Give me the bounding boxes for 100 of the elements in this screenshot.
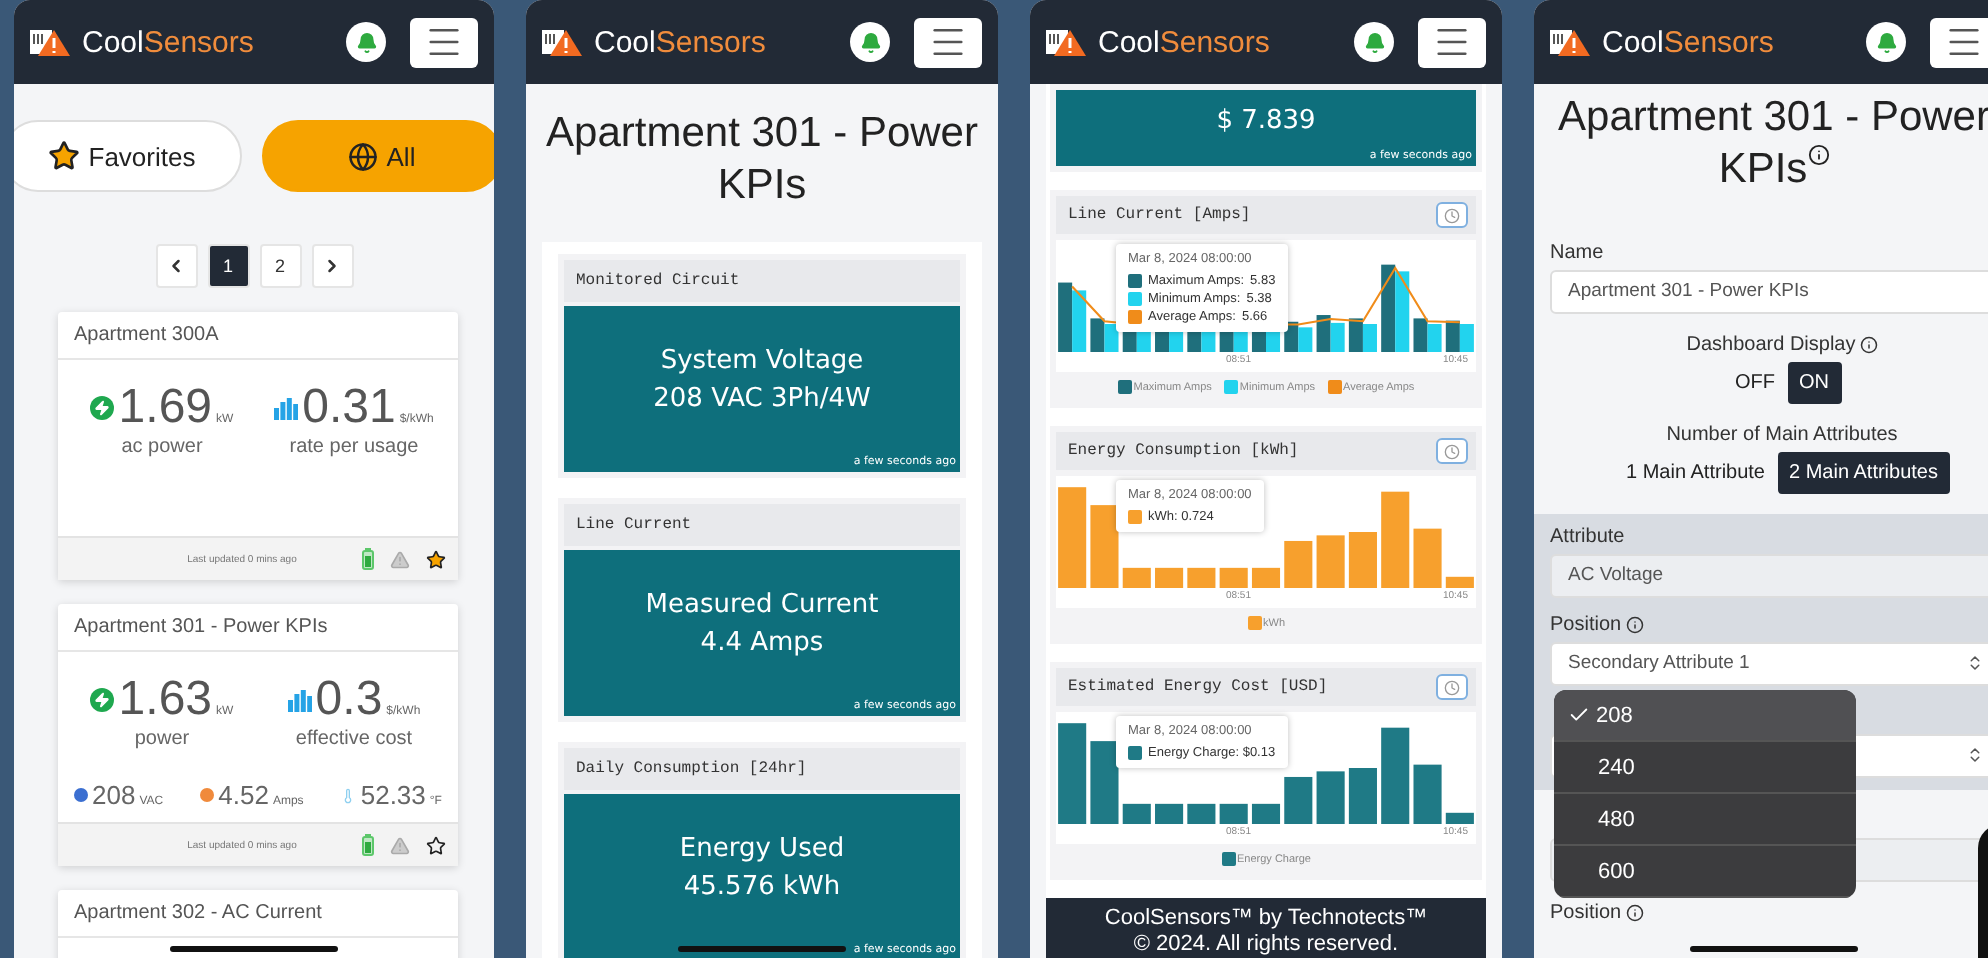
- bar-graph-icon: [274, 397, 299, 419]
- favorite-star-icon[interactable]: [426, 835, 446, 855]
- previous-page-button[interactable]: [155, 244, 197, 288]
- position-select[interactable]: Secondary Attribute 1: [1550, 641, 1988, 685]
- name-field[interactable]: Apartment 301 - Power KPIs: [1550, 269, 1988, 313]
- bolt-icon: [90, 396, 115, 420]
- chart-title: Estimated Energy Cost [USD]: [1068, 678, 1328, 696]
- field-label: Number of Main Attributes: [1666, 423, 1898, 445]
- up-down-chevron-icon: [1966, 654, 1984, 672]
- page-title: Apartment 301 - Power KPIs: [546, 108, 978, 213]
- field-label: Position: [1550, 613, 1988, 635]
- field-label: Attribute: [1550, 525, 1627, 547]
- menu-button[interactable]: [1930, 17, 1988, 67]
- toggle-option[interactable]: 2 Main Attributes: [1777, 451, 1950, 493]
- widget-label: Monitored Circuit: [564, 259, 960, 301]
- history-button[interactable]: [1436, 438, 1468, 464]
- logo-icon: [542, 27, 582, 57]
- metric-label: rate per usage: [289, 436, 419, 458]
- brand-name: CoolSensors: [1602, 25, 1776, 59]
- kpi-value: 208 VAC 3Ph/4W: [653, 384, 871, 414]
- history-button[interactable]: [1436, 202, 1468, 228]
- metric-value: 208: [92, 780, 136, 810]
- toggle-option[interactable]: OFF: [1723, 361, 1787, 403]
- clock-icon: [1444, 443, 1460, 459]
- metric-label: ac power: [121, 436, 203, 458]
- chevron-right-icon: [322, 256, 342, 276]
- globe-icon: [348, 141, 379, 171]
- brand-name: CoolSensors: [1098, 25, 1272, 59]
- legend-swatch[interactable]: [1327, 380, 1342, 394]
- attribute-field[interactable]: AC Voltage: [1550, 553, 1988, 597]
- favorite-star-icon[interactable]: [426, 549, 446, 569]
- dropdown-option[interactable]: 208: [1554, 690, 1856, 742]
- kpi-name: Measured Current: [645, 590, 879, 620]
- field-label: Name: [1550, 241, 1606, 263]
- footer-text: © 2024. All rights reserved.: [1133, 932, 1399, 956]
- page-button[interactable]: 1: [207, 244, 249, 288]
- star-icon: [48, 140, 81, 172]
- metric-value: 52.33: [360, 780, 426, 810]
- logo-icon: [1046, 27, 1086, 57]
- footer-text: CoolSensors™ by Technotects™: [1104, 906, 1428, 930]
- legend-swatch[interactable]: [1221, 852, 1235, 866]
- dropdown-option[interactable]: 600: [1554, 846, 1856, 898]
- chevron-left-icon: [166, 256, 186, 276]
- bar-graph-icon: [287, 689, 312, 711]
- kpi-name: System Voltage: [660, 346, 864, 376]
- brand-name: CoolSensors: [594, 25, 768, 59]
- bell-icon[interactable]: [850, 22, 890, 62]
- next-page-button[interactable]: [311, 244, 353, 288]
- brand-name: CoolSensors: [82, 25, 256, 59]
- menu-button[interactable]: [1418, 17, 1486, 67]
- up-down-chevron-icon: [1966, 746, 1984, 764]
- select-value: Secondary Attribute 1: [1568, 652, 1750, 674]
- chart-title: Energy Consumption [kWh]: [1068, 442, 1299, 460]
- bell-icon[interactable]: [1866, 22, 1906, 62]
- menu-button[interactable]: [914, 17, 982, 67]
- widget-label: Daily Consumption [24hr]: [564, 747, 960, 789]
- metric-value: 1.69: [118, 384, 213, 432]
- battery-icon: [362, 834, 374, 856]
- toggle-option[interactable]: 1 Main Attribute: [1614, 451, 1777, 493]
- metric-label: effective cost: [295, 728, 413, 750]
- check-icon: [1568, 704, 1590, 726]
- legend-swatch[interactable]: [1223, 380, 1238, 394]
- device-card[interactable]: Apartment 302 - AC Current: [58, 890, 458, 958]
- bolt-icon: [90, 688, 115, 712]
- metric-value: 0.31: [302, 384, 396, 432]
- info-icon[interactable]: [1625, 903, 1644, 921]
- kpi-value: $ 7.839: [1216, 105, 1316, 135]
- filter-tab[interactable]: All: [262, 120, 494, 192]
- metric-value: 1.63: [118, 676, 213, 724]
- page-button[interactable]: 2: [259, 244, 301, 288]
- clock-icon: [1444, 207, 1460, 223]
- clock-icon: [1444, 679, 1460, 695]
- kpi-value: 4.4 Amps: [700, 628, 824, 658]
- voltage-icon: [74, 788, 88, 802]
- metric-value: 0.3: [315, 676, 383, 724]
- legend-swatch[interactable]: [1247, 616, 1261, 630]
- info-icon[interactable]: [1625, 615, 1644, 633]
- history-button[interactable]: [1436, 674, 1468, 700]
- field-label: Dashboard Display: [1686, 333, 1878, 355]
- info-icon[interactable]: [1859, 335, 1878, 353]
- dropdown-option[interactable]: 480: [1554, 794, 1856, 846]
- battery-icon: [362, 548, 374, 570]
- card-title: Apartment 300A: [58, 312, 458, 360]
- card-title: Apartment 302 - AC Current: [58, 890, 458, 938]
- metric-value: 4.52: [218, 780, 269, 810]
- info-icon[interactable]: [1807, 144, 1830, 167]
- dropdown-option[interactable]: 240: [1554, 742, 1856, 794]
- metric-label: power: [134, 728, 190, 750]
- current-icon: [200, 788, 215, 802]
- legend-swatch[interactable]: [1117, 380, 1132, 394]
- bell-icon[interactable]: [1354, 22, 1394, 62]
- thermometer-icon: [340, 787, 357, 803]
- widget-label: Line Current: [564, 503, 960, 545]
- bell-icon[interactable]: [346, 22, 386, 62]
- field-label: Position: [1550, 901, 1644, 923]
- chart-title: Line Current [Amps]: [1068, 206, 1251, 224]
- toggle-option[interactable]: ON: [1787, 361, 1841, 403]
- logo-icon: [1550, 27, 1590, 57]
- filter-tab[interactable]: Favorites: [14, 120, 242, 192]
- menu-button[interactable]: [410, 17, 478, 67]
